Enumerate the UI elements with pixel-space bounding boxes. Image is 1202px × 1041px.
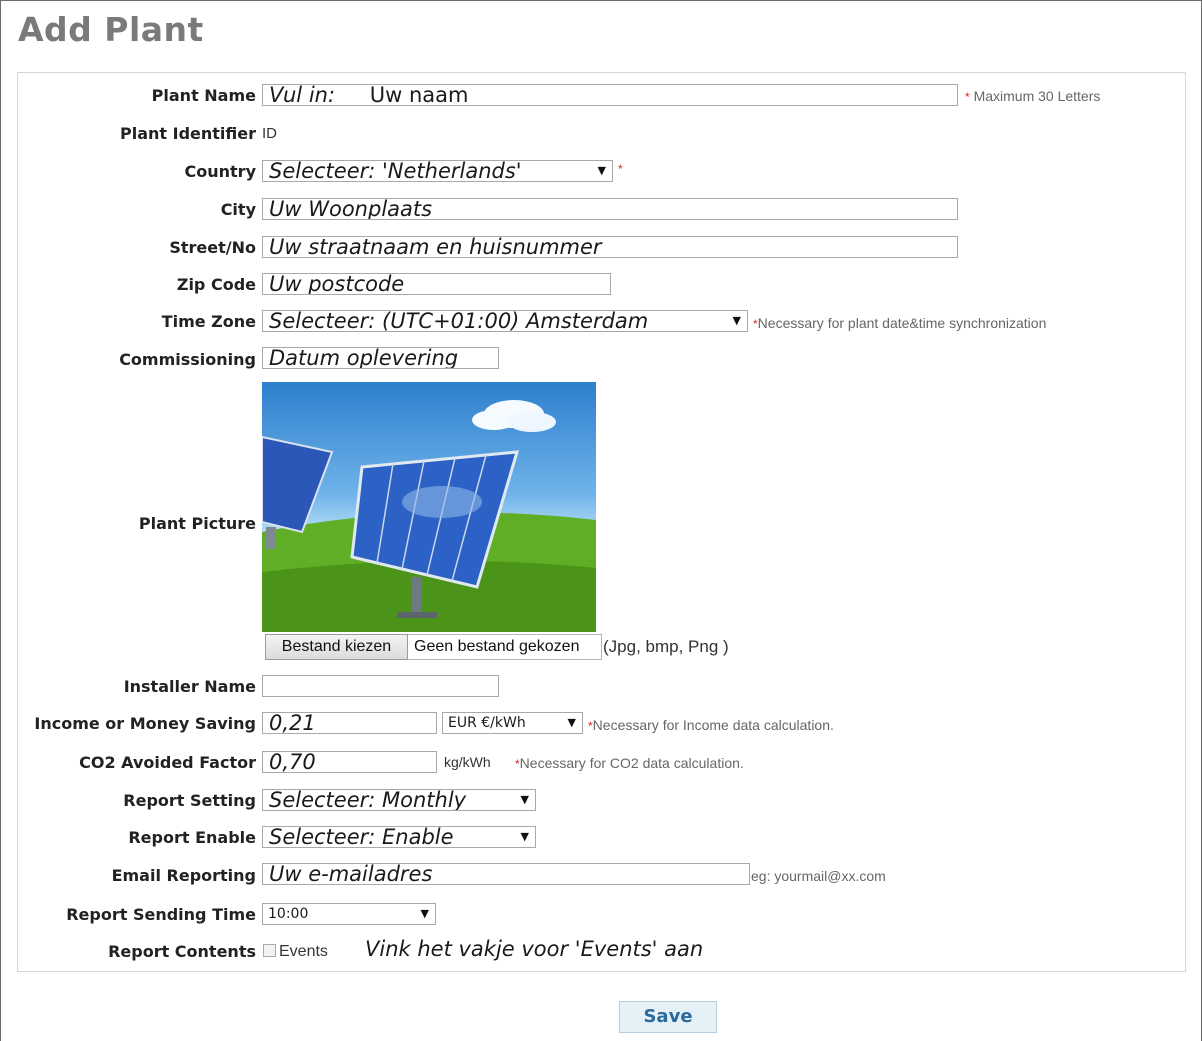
timezone-note: *Necessary for plant date&time synchroni… <box>753 315 1046 331</box>
save-button[interactable]: Save <box>619 1001 717 1033</box>
zip-label: Zip Code <box>176 275 256 294</box>
co2-unit: kg/kWh <box>444 754 491 770</box>
chevron-down-icon: ▼ <box>567 716 576 729</box>
country-selected: Selecteer: 'Netherlands' <box>269 160 522 182</box>
plant-name-value: Uw naam <box>369 84 469 106</box>
plant-identifier-value: ID <box>262 125 277 142</box>
country-select[interactable]: Selecteer: 'Netherlands' ▼ <box>262 160 613 182</box>
page-title: Add Plant <box>18 10 204 49</box>
chevron-down-icon: ▼ <box>520 830 529 843</box>
street-input[interactable]: Uw straatnaam en huisnummer <box>262 236 958 258</box>
required-marker: * <box>965 90 970 104</box>
email-input[interactable]: Uw e-mailadres <box>262 863 750 885</box>
commissioning-label: Commissioning <box>119 350 256 369</box>
income-input[interactable]: 0,21 <box>262 712 437 734</box>
chevron-down-icon: ▼ <box>732 314 741 327</box>
events-checkbox-label: Events <box>279 943 328 960</box>
currency-selected: EUR €/kWh <box>448 715 526 731</box>
plant-name-input[interactable]: Vul in: Uw naam <box>262 84 958 106</box>
file-name-display: Geen bestand gekozen <box>408 634 602 660</box>
report-setting-label: Report Setting <box>123 791 256 810</box>
solar-panel-image <box>262 400 596 632</box>
country-label: Country <box>184 162 256 181</box>
co2-note-text: Necessary for CO2 data calculation. <box>519 755 744 771</box>
plant-picture-preview <box>262 382 596 632</box>
street-label: Street/No <box>169 238 256 257</box>
income-note: *Necessary for Income data calculation. <box>588 717 834 733</box>
currency-select[interactable]: EUR €/kWh ▼ <box>442 712 583 734</box>
plant-name-note: * Maximum 30 Letters <box>965 88 1100 104</box>
events-checkbox[interactable] <box>263 944 276 957</box>
file-formats-hint: (Jpg, bmp, Png ) <box>603 637 729 656</box>
plant-identifier-label: Plant Identifier <box>120 124 256 143</box>
choose-file-button[interactable]: Bestand kiezen <box>265 634 408 660</box>
email-label: Email Reporting <box>111 866 256 885</box>
report-enable-select[interactable]: Selecteer: Enable ▼ <box>262 826 536 848</box>
send-time-select[interactable]: 10:00 ▼ <box>262 903 436 925</box>
report-setting-selected: Selecteer: Monthly <box>269 789 467 811</box>
plant-name-label: Plant Name <box>151 86 256 105</box>
commissioning-input[interactable]: Datum oplevering <box>262 347 499 369</box>
installer-label: Installer Name <box>123 677 256 696</box>
income-note-text: Necessary for Income data calculation. <box>592 717 834 733</box>
co2-note: *Necessary for CO2 data calculation. <box>515 755 744 771</box>
timezone-label: Time Zone <box>161 312 256 331</box>
email-note: eg: yourmail@xx.com <box>751 868 886 884</box>
report-enable-selected: Selecteer: Enable <box>269 826 454 848</box>
send-time-selected: 10:00 <box>268 906 309 922</box>
chevron-down-icon: ▼ <box>597 164 606 177</box>
send-time-label: Report Sending Time <box>66 905 256 924</box>
zip-input[interactable]: Uw postcode <box>262 273 611 295</box>
chevron-down-icon: ▼ <box>520 793 529 806</box>
report-setting-select[interactable]: Selecteer: Monthly ▼ <box>262 789 536 811</box>
report-contents-label: Report Contents <box>108 942 256 961</box>
country-required-marker: * <box>618 162 623 176</box>
plant-name-prefix: Vul in: <box>269 84 336 106</box>
city-label: City <box>220 200 256 219</box>
timezone-select[interactable]: Selecteer: (UTC+01:00) Amsterdam ▼ <box>262 310 748 332</box>
chevron-down-icon: ▼ <box>420 907 429 920</box>
plant-picture-label: Plant Picture <box>138 514 256 533</box>
events-hint: Vink het vakje voor 'Events' aan <box>365 937 704 961</box>
installer-input[interactable] <box>262 675 499 697</box>
co2-label: CO2 Avoided Factor <box>79 753 256 772</box>
report-enable-label: Report Enable <box>128 828 256 847</box>
plant-name-note-text: Maximum 30 Letters <box>973 88 1101 104</box>
timezone-selected: Selecteer: (UTC+01:00) Amsterdam <box>269 310 649 332</box>
timezone-note-text: Necessary for plant date&time synchroniz… <box>757 315 1047 331</box>
city-input[interactable]: Uw Woonplaats <box>262 198 958 220</box>
income-label: Income or Money Saving <box>34 714 256 733</box>
co2-input[interactable]: 0,70 <box>262 751 437 773</box>
